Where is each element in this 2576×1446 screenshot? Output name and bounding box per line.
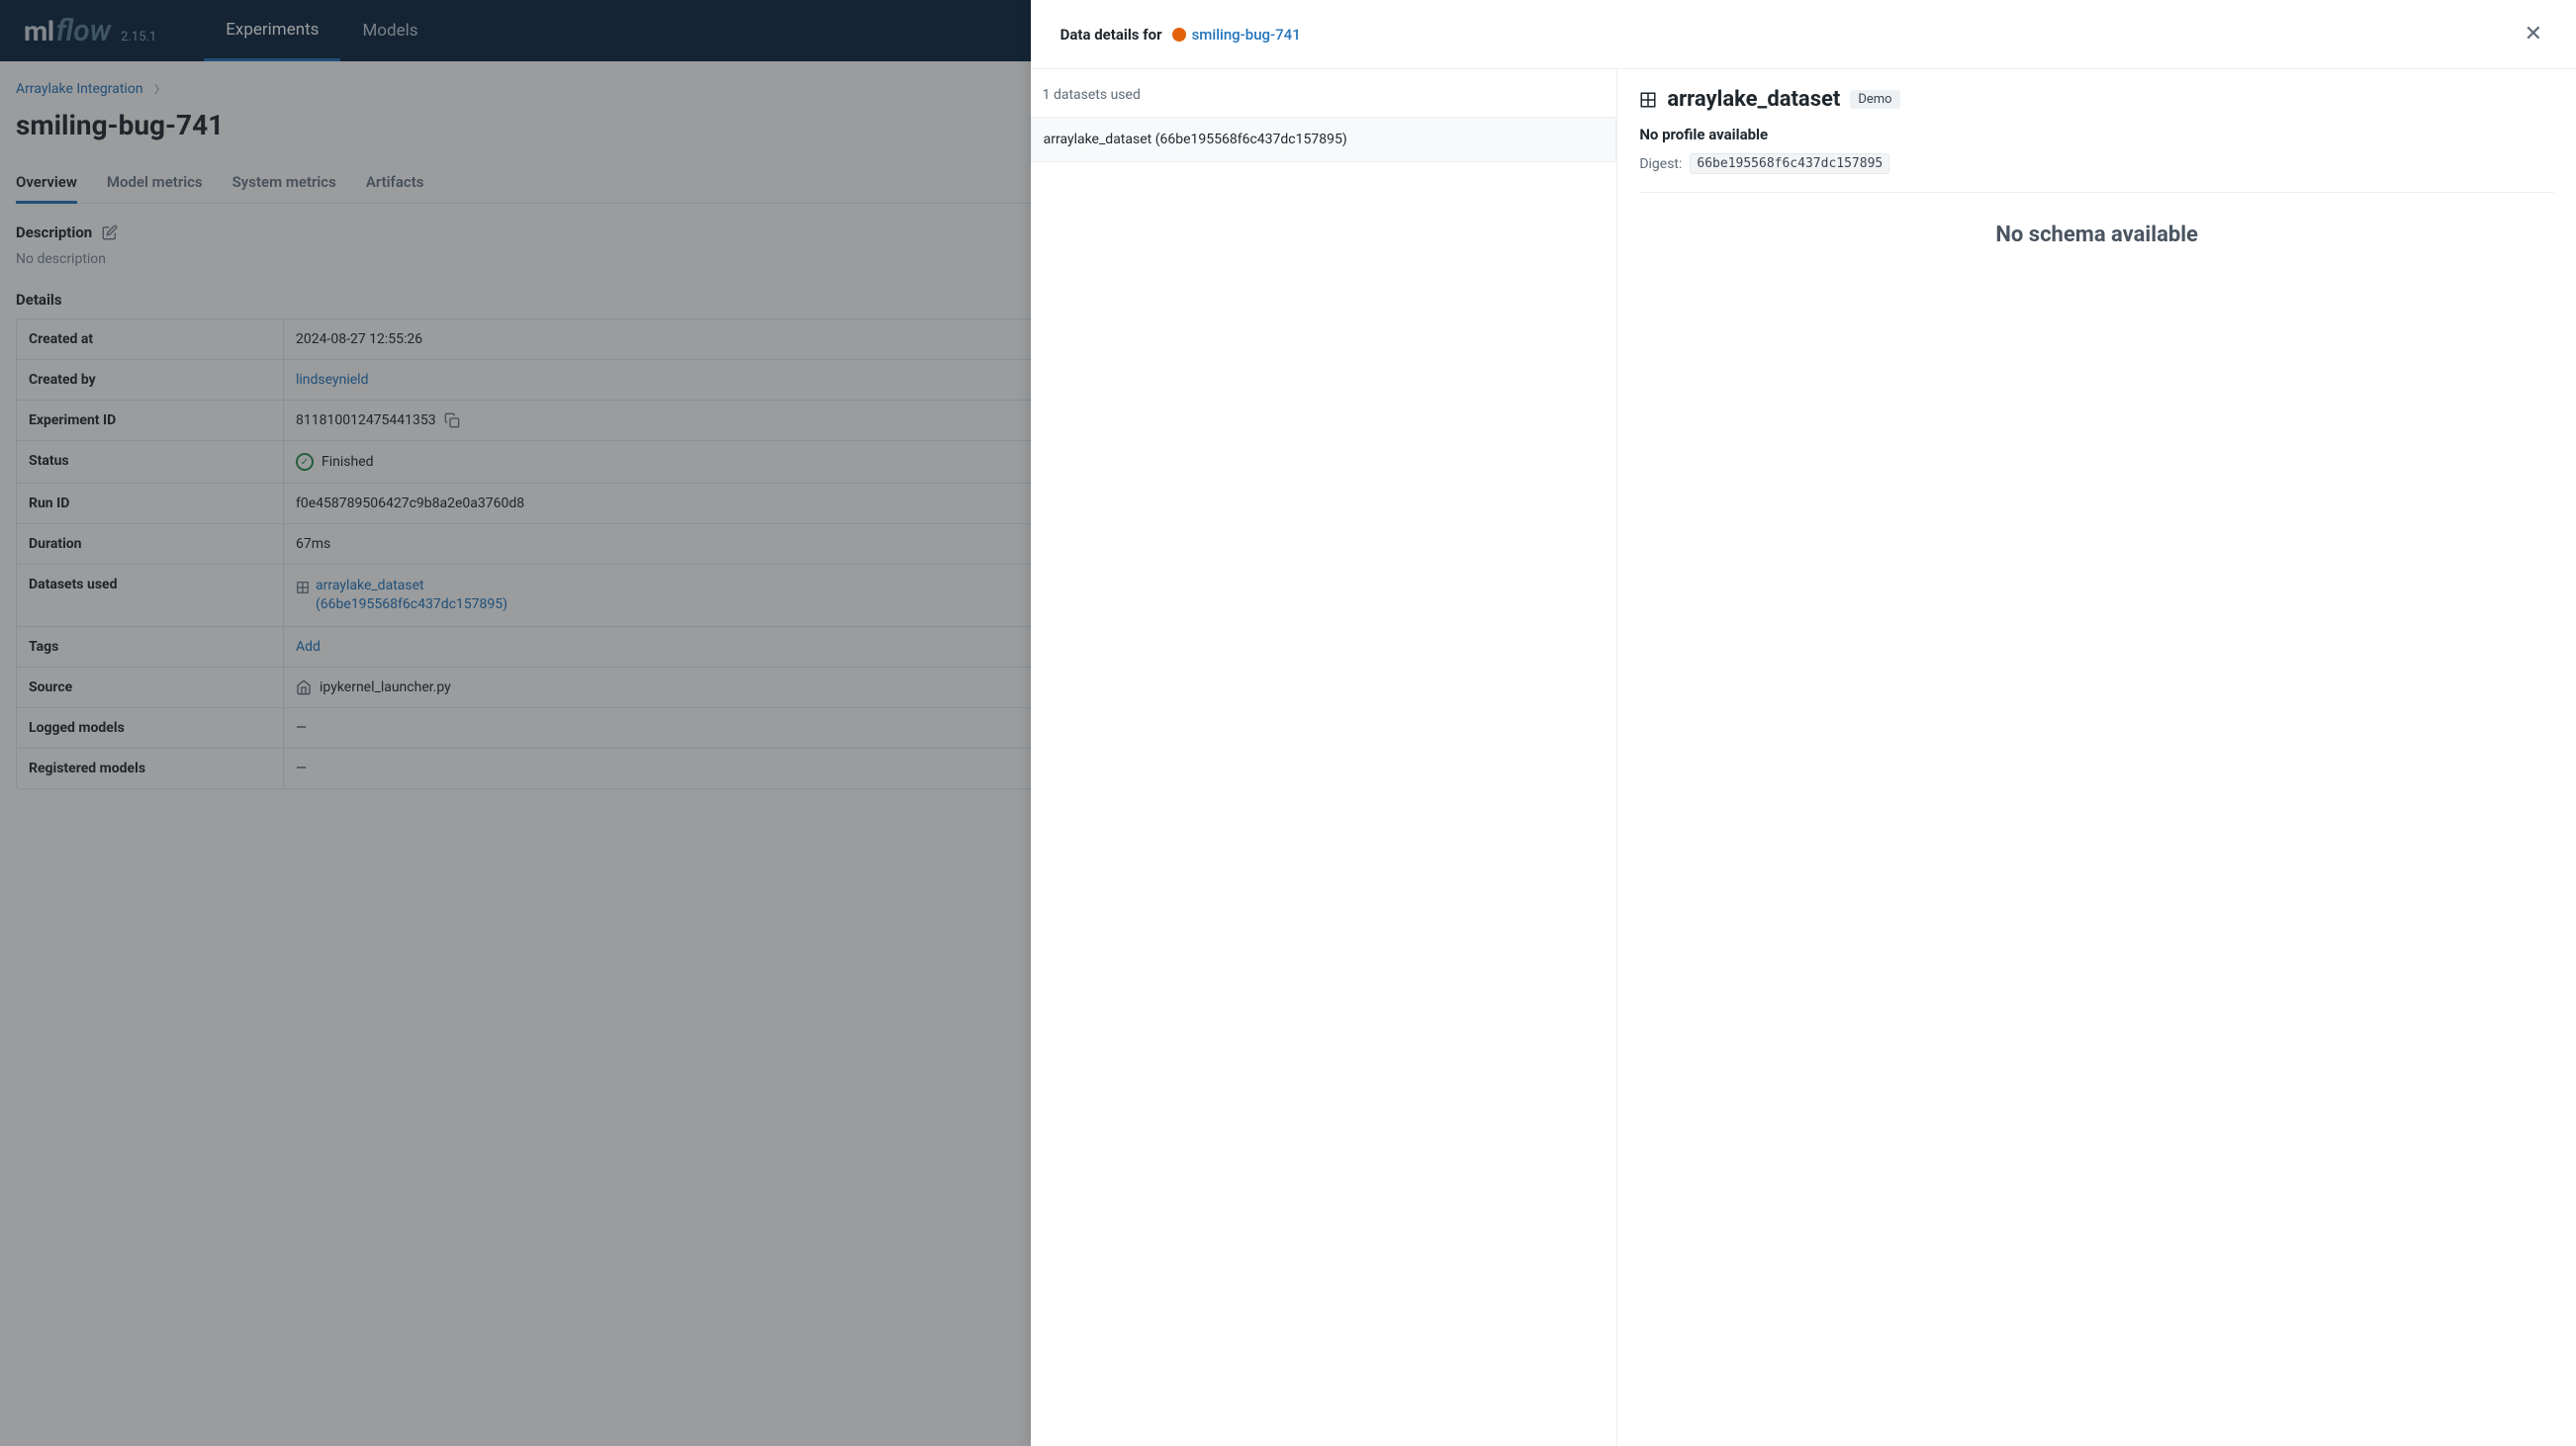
dataset-list-item[interactable]: arraylake_dataset (66be195568f6c437dc157… xyxy=(1031,117,1617,162)
panel-body: 1 datasets used arraylake_dataset (66be1… xyxy=(1031,69,2576,1446)
panel-title-prefix: Data details for xyxy=(1060,26,1162,44)
digest-label: Digest: xyxy=(1639,156,1682,172)
status-dot-icon xyxy=(1172,28,1186,42)
run-pill[interactable]: smiling-bug-741 xyxy=(1172,26,1301,44)
dataset-name: arraylake_dataset xyxy=(1667,87,1840,112)
close-icon[interactable]: ✕ xyxy=(2521,18,2546,50)
panel-header: Data details for smiling-bug-741 ✕ xyxy=(1031,0,2576,69)
panel-left: 1 datasets used arraylake_dataset (66be1… xyxy=(1031,69,1618,1446)
profile-none: No profile available xyxy=(1639,126,2554,143)
no-schema-message: No schema available xyxy=(1639,193,2554,277)
panel-run-name: smiling-bug-741 xyxy=(1192,26,1301,44)
demo-badge: Demo xyxy=(1850,90,1899,109)
grid-icon xyxy=(1639,91,1657,109)
dataset-heading: arraylake_dataset Demo xyxy=(1639,87,2554,112)
data-details-panel: Data details for smiling-bug-741 ✕ 1 dat… xyxy=(1031,0,2576,1446)
datasets-count: 1 datasets used xyxy=(1031,87,1617,117)
digest-value: 66be195568f6c437dc157895 xyxy=(1690,153,1889,174)
panel-right: arraylake_dataset Demo No profile availa… xyxy=(1617,69,2576,1446)
digest-row: Digest: 66be195568f6c437dc157895 xyxy=(1639,153,2554,193)
